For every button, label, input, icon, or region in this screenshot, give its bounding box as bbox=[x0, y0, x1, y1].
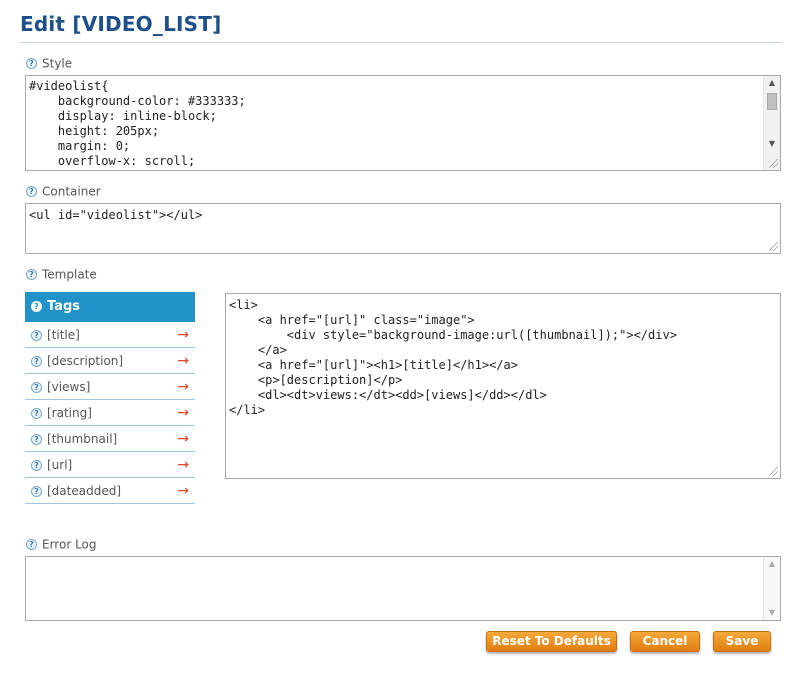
style-label-row: ? Style bbox=[26, 56, 72, 71]
container-textarea[interactable]: <ul id="videolist"></ul> bbox=[25, 203, 781, 254]
help-icon[interactable]: ? bbox=[26, 269, 37, 280]
resize-grip-icon[interactable] bbox=[769, 467, 778, 476]
help-icon[interactable]: ? bbox=[31, 434, 42, 445]
help-icon[interactable]: ? bbox=[31, 486, 42, 497]
tag-label[interactable]: [views] bbox=[47, 380, 90, 394]
style-textarea[interactable]: #videolist{ background-color: #333333; d… bbox=[25, 75, 781, 171]
tag-item[interactable]: ? [thumbnail] → bbox=[25, 426, 195, 452]
right-arrow-icon[interactable]: → bbox=[177, 322, 189, 348]
cancel-button[interactable]: Cancel bbox=[630, 631, 700, 652]
page-title: Edit [VIDEO_LIST] bbox=[20, 12, 222, 36]
help-icon[interactable]: ? bbox=[26, 58, 37, 69]
style-scrollbar[interactable]: ▲ ▼ bbox=[763, 76, 780, 170]
template-code[interactable]: <li> <a href="[url]" class="image"> <div… bbox=[229, 298, 677, 418]
reset-to-defaults-button[interactable]: Reset To Defaults bbox=[486, 631, 617, 652]
right-arrow-icon[interactable]: → bbox=[177, 348, 189, 374]
tag-item[interactable]: ? [description] → bbox=[25, 348, 195, 374]
title-divider bbox=[20, 42, 781, 43]
tag-item[interactable]: ? [dateadded] → bbox=[25, 478, 195, 504]
save-button[interactable]: Save bbox=[713, 631, 771, 652]
style-code[interactable]: #videolist{ background-color: #333333; d… bbox=[29, 79, 246, 169]
template-label: Template bbox=[42, 267, 97, 282]
help-icon[interactable]: ? bbox=[31, 330, 42, 341]
tag-label[interactable]: [rating] bbox=[47, 406, 92, 420]
template-textarea[interactable]: <li> <a href="[url]" class="image"> <div… bbox=[225, 293, 781, 479]
container-code[interactable]: <ul id="videolist"></ul> bbox=[29, 208, 202, 223]
tags-panel: ? Tags ? [title] →? [description] →? [views] →?… bbox=[25, 292, 195, 504]
help-icon[interactable]: ? bbox=[31, 382, 42, 393]
scroll-up-icon[interactable]: ▲ bbox=[764, 557, 780, 571]
help-icon[interactable]: ? bbox=[31, 460, 42, 471]
style-label: Style bbox=[42, 56, 73, 71]
container-label-row: ? Container bbox=[26, 184, 101, 199]
scroll-thumb[interactable] bbox=[767, 93, 777, 110]
help-icon[interactable]: ? bbox=[26, 539, 37, 550]
tag-list: ? [title] →? [description] →? [views] →? [ratin… bbox=[25, 322, 195, 504]
right-arrow-icon[interactable]: → bbox=[177, 374, 189, 400]
tag-label[interactable]: [thumbnail] bbox=[47, 432, 117, 446]
help-icon[interactable]: ? bbox=[31, 408, 42, 419]
right-arrow-icon[interactable]: → bbox=[177, 478, 189, 504]
tags-header-label: Tags bbox=[47, 299, 81, 314]
resize-grip-icon[interactable] bbox=[769, 159, 778, 168]
help-icon[interactable]: ? bbox=[31, 356, 42, 367]
tag-item[interactable]: ? [url] → bbox=[25, 452, 195, 478]
help-icon[interactable]: ? bbox=[26, 186, 37, 197]
tag-item[interactable]: ? [rating] → bbox=[25, 400, 195, 426]
tag-label[interactable]: [description] bbox=[47, 354, 123, 368]
help-icon[interactable]: ? bbox=[31, 301, 42, 312]
scroll-up-icon[interactable]: ▲ bbox=[764, 76, 780, 90]
container-label: Container bbox=[42, 184, 101, 199]
error-log-label-row: ? Error Log bbox=[26, 537, 97, 552]
tag-label[interactable]: [dateadded] bbox=[47, 484, 121, 498]
right-arrow-icon[interactable]: → bbox=[177, 452, 189, 478]
tag-label[interactable]: [url] bbox=[47, 458, 72, 472]
tag-item[interactable]: ? [views] → bbox=[25, 374, 195, 400]
resize-grip-icon[interactable] bbox=[769, 242, 778, 251]
error-log-textarea[interactable]: ▲ ▼ bbox=[25, 556, 781, 621]
right-arrow-icon[interactable]: → bbox=[177, 426, 189, 452]
tag-label[interactable]: [title] bbox=[47, 328, 80, 342]
tag-item[interactable]: ? [title] → bbox=[25, 322, 195, 348]
error-log-label: Error Log bbox=[42, 537, 97, 552]
template-label-row: ? Template bbox=[26, 267, 97, 282]
scroll-down-icon[interactable]: ▼ bbox=[764, 606, 780, 620]
scroll-down-icon[interactable]: ▼ bbox=[764, 137, 780, 151]
error-log-scrollbar[interactable]: ▲ ▼ bbox=[763, 557, 780, 620]
tags-header: ? Tags bbox=[25, 292, 195, 322]
right-arrow-icon[interactable]: → bbox=[177, 400, 189, 426]
